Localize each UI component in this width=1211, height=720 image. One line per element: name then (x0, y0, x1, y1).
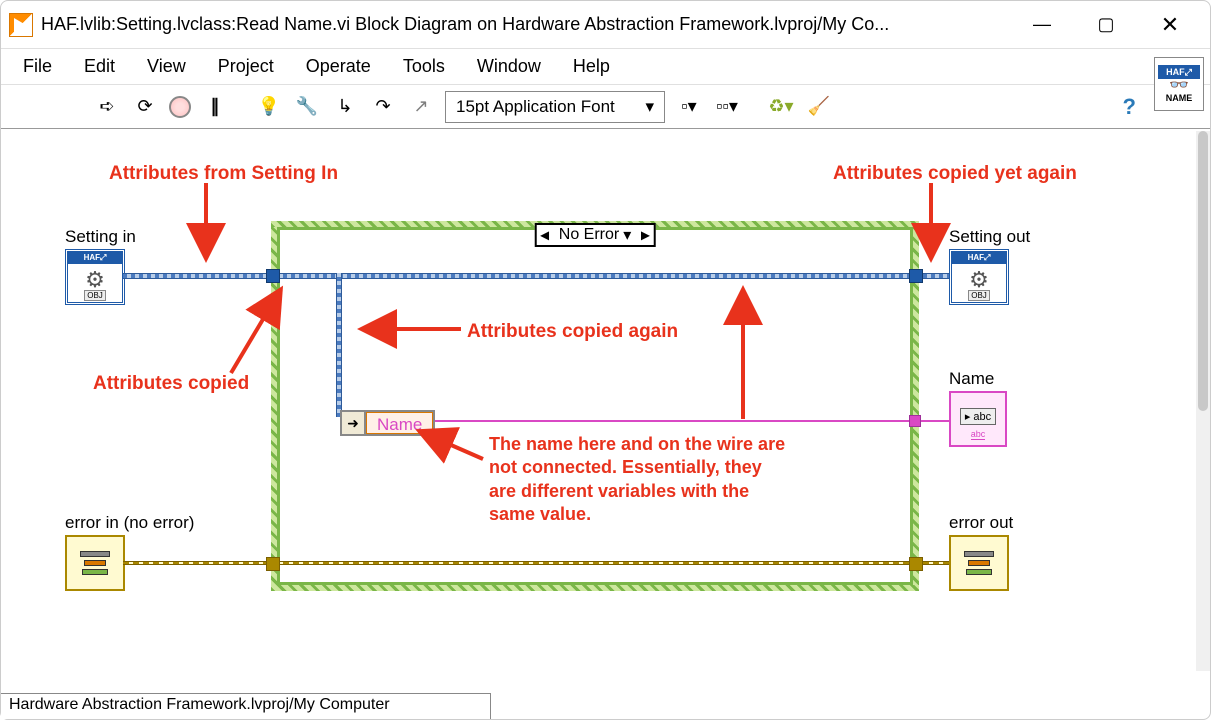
error-out-terminal[interactable] (949, 535, 1009, 591)
chevron-down-icon: ▾ (623, 225, 631, 245)
unbundle-by-name[interactable]: ➜ Name (340, 410, 435, 436)
name-label: Name (949, 369, 994, 389)
name-terminal[interactable]: ▸ abc abc (949, 391, 1007, 447)
titlebar: HAF.lvlib:Setting.lvclass:Read Name.vi B… (1, 1, 1210, 49)
annotation-3: Attributes copied (93, 373, 249, 395)
font-selector[interactable]: 15pt Application Font ▾ (445, 91, 665, 123)
app-icon (9, 13, 33, 37)
step-over-button[interactable]: ↷ (369, 93, 397, 121)
vi-icon-panel[interactable]: HAF⤢ 👓 NAME (1154, 57, 1204, 111)
wire-class-branch[interactable] (336, 273, 342, 417)
setting-in-label: Setting in (65, 227, 136, 247)
case-prev-button[interactable]: ◂ (537, 225, 553, 245)
reorder-button[interactable]: ♻▾ (767, 93, 795, 121)
retain-wire-values-button[interactable]: 🔧 (293, 93, 321, 121)
obj-label: OBJ (968, 290, 990, 301)
close-button[interactable]: ✕ (1150, 9, 1190, 41)
menu-edit[interactable]: Edit (70, 52, 129, 81)
block-diagram-canvas[interactable]: ◂ No Error ▾ ▸ Setting in HAF⤢ ⚙ OBJ Set… (1, 129, 1210, 689)
abc-icon: ▸ abc (960, 408, 996, 425)
maximize-button[interactable]: ▢ (1086, 9, 1126, 41)
vertical-scrollbar[interactable] (1196, 131, 1210, 671)
abort-button[interactable] (169, 96, 191, 118)
annotation-2: Attributes copied yet again (833, 163, 1077, 185)
setting-out-terminal[interactable]: HAF⤢ ⚙ OBJ (949, 249, 1009, 305)
vi-icon-label: NAME (1166, 93, 1193, 103)
case-next-button[interactable]: ▸ (637, 225, 653, 245)
window-title: HAF.lvlib:Setting.lvclass:Read Name.vi B… (41, 14, 1022, 35)
setting-out-label: Setting out (949, 227, 1030, 247)
font-selector-label: 15pt Application Font (456, 97, 615, 117)
annotation-1: Attributes from Setting In (109, 163, 338, 185)
menu-help[interactable]: Help (559, 52, 624, 81)
tunnel-string-out[interactable] (909, 415, 921, 427)
glasses-icon: 👓 (1169, 79, 1189, 93)
tunnel-error-in[interactable] (266, 557, 280, 571)
menu-operate[interactable]: Operate (292, 52, 385, 81)
statusbar: Hardware Abstraction Framework.lvproj/My… (1, 693, 491, 719)
menu-window[interactable]: Window (463, 52, 555, 81)
wire-error[interactable] (123, 561, 949, 565)
haf-banner: HAF⤢ (952, 252, 1006, 264)
menu-file[interactable]: File (9, 52, 66, 81)
obj-label: OBJ (84, 290, 106, 301)
tunnel-class-in[interactable] (266, 269, 280, 283)
unbundle-field[interactable]: Name (366, 412, 433, 434)
tunnel-class-out[interactable] (909, 269, 923, 283)
menu-tools[interactable]: Tools (389, 52, 459, 81)
wire-class[interactable] (123, 273, 949, 279)
tunnel-error-out[interactable] (909, 557, 923, 571)
window-controls: ― ▢ ✕ (1022, 9, 1190, 41)
scrollbar-thumb[interactable] (1198, 131, 1208, 411)
haf-banner: HAF⤢ (68, 252, 122, 264)
unbundle-handle[interactable]: ➜ (342, 412, 366, 434)
annotation-4: Attributes copied again (467, 321, 678, 343)
run-button[interactable]: ➪ (93, 93, 121, 121)
wire-string[interactable] (429, 420, 951, 422)
align-objects-button[interactable]: ▫▾ (675, 93, 703, 121)
error-in-label: error in (no error) (65, 513, 194, 533)
setting-in-terminal[interactable]: HAF⤢ ⚙ OBJ (65, 249, 125, 305)
pause-button[interactable]: ∥ (201, 93, 229, 121)
distribute-objects-button[interactable]: ▫▫▾ (713, 93, 741, 121)
step-into-button[interactable]: ↳ (331, 93, 359, 121)
cleanup-diagram-button[interactable]: 🧹 (805, 93, 833, 121)
run-continuously-button[interactable]: ⟳ (131, 93, 159, 121)
menu-view[interactable]: View (133, 52, 200, 81)
annotation-5: The name here and on the wire are not co… (489, 433, 789, 527)
case-selector-value[interactable]: No Error ▾ (553, 225, 637, 245)
error-in-terminal[interactable] (65, 535, 125, 591)
chevron-down-icon: ▾ (645, 97, 654, 117)
menu-project[interactable]: Project (204, 52, 288, 81)
menubar: File Edit View Project Operate Tools Win… (1, 49, 1210, 85)
case-selector[interactable]: ◂ No Error ▾ ▸ (535, 223, 656, 247)
error-out-label: error out (949, 513, 1013, 533)
highlight-execution-button[interactable]: 💡 (255, 93, 283, 121)
step-out-button[interactable]: ↗ (407, 93, 435, 121)
minimize-button[interactable]: ― (1022, 9, 1062, 41)
toolbar: ➪ ⟳ ∥ 💡 🔧 ↳ ↷ ↗ 15pt Application Font ▾ … (1, 85, 1210, 129)
